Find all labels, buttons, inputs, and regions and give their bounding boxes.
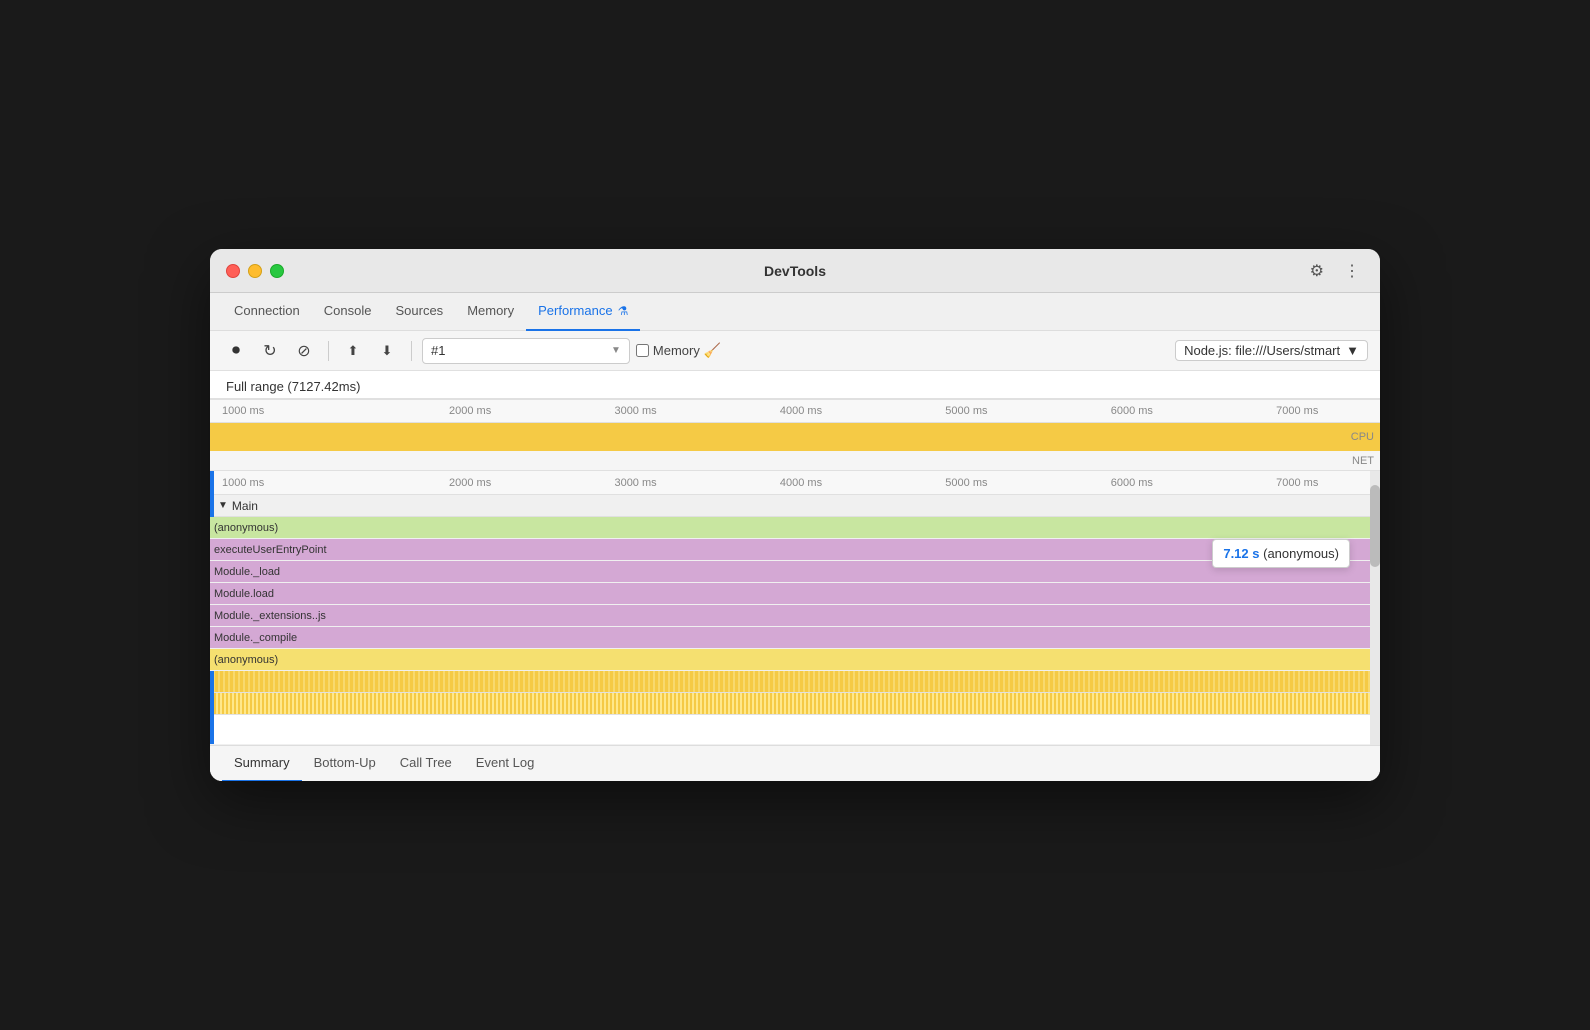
tooltip: 7.12 s (anonymous) [1212, 539, 1350, 568]
cpu-label: CPU [1351, 431, 1374, 443]
filter-input[interactable] [431, 343, 607, 358]
flame-row-5[interactable]: Module._compile [210, 627, 1380, 649]
flame-time-marks: 1000 ms 2000 ms 3000 ms 4000 ms 5000 ms … [218, 477, 1380, 489]
flame-bar-module-compile: Module._compile [210, 627, 1376, 648]
scrollbar-thumb[interactable] [1370, 485, 1380, 567]
scrollbar-track[interactable] [1370, 471, 1380, 745]
range-header: Full range (7127.42ms) [210, 371, 1380, 399]
flame-mark-7000: 7000 ms [1215, 477, 1380, 489]
tab-memory[interactable]: Memory [455, 293, 526, 331]
cpu-bar[interactable]: CPU [210, 423, 1380, 451]
tab-event-log[interactable]: Event Log [464, 746, 547, 782]
upload-icon: ⬆ [348, 343, 359, 359]
dense-yellow-1 [210, 671, 1380, 693]
nav-tabs: Connection Console Sources Memory Perfor… [210, 293, 1380, 331]
time-mark-3000: 3000 ms [553, 405, 718, 417]
net-label: NET [1352, 455, 1374, 467]
flame-mark-5000: 5000 ms [884, 477, 1049, 489]
divider-2 [411, 341, 412, 361]
more-button[interactable]: ⋮ [1340, 257, 1364, 285]
filter-input-wrap[interactable]: ▼ [422, 338, 630, 364]
section-header-main[interactable]: ▼ Main [210, 495, 1380, 517]
time-mark-2000: 2000 ms [387, 405, 552, 417]
download-button[interactable]: ⬇ [373, 337, 401, 365]
section-label: Main [232, 499, 258, 513]
bottom-tabs: Summary Bottom-Up Call Tree Event Log [210, 745, 1380, 781]
clear-icon: ⊘ [297, 341, 310, 361]
tab-bottom-up[interactable]: Bottom-Up [302, 746, 388, 782]
flame-row-6[interactable]: (anonymous) [210, 649, 1380, 671]
node-target-label: Node.js: file:///Users/stmart [1184, 343, 1340, 358]
settings-button[interactable]: ⚙ [1306, 257, 1328, 285]
time-marks-top: 1000 ms 2000 ms 3000 ms 4000 ms 5000 ms … [218, 405, 1380, 417]
reload-button[interactable]: ↻ [256, 337, 284, 365]
flame-bar-anonymous-1: (anonymous) [210, 517, 1376, 538]
tab-call-tree[interactable]: Call Tree [388, 746, 464, 782]
timeline-area: 1000 ms 2000 ms 3000 ms 4000 ms 5000 ms … [210, 399, 1380, 471]
memory-label: Memory [653, 343, 700, 358]
time-ruler-top: 1000 ms 2000 ms 3000 ms 4000 ms 5000 ms … [210, 399, 1380, 423]
flame-row-2[interactable]: Module._load [210, 561, 1380, 583]
flame-bar-module-load: Module._load [210, 561, 1376, 582]
flame-time-ruler: 1000 ms 2000 ms 3000 ms 4000 ms 5000 ms … [210, 471, 1380, 495]
tab-sources[interactable]: Sources [383, 293, 455, 331]
flame-bar-anon-yellow: (anonymous) [210, 649, 1376, 670]
flame-row-empty [210, 715, 1380, 745]
range-label: Full range (7127.42ms) [226, 379, 360, 394]
flame-mark-6000: 6000 ms [1049, 477, 1214, 489]
flame-mark-4000: 4000 ms [718, 477, 883, 489]
memory-check: Memory 🧹 [636, 342, 721, 359]
flame-bar-module-ext: Module._extensions..js [210, 605, 1376, 626]
devtools-window: DevTools ⚙ ⋮ Connection Console Sources … [210, 249, 1380, 781]
titlebar-actions: ⚙ ⋮ [1306, 257, 1364, 285]
clear-button[interactable]: ⊘ [290, 337, 318, 365]
main-content: Full range (7127.42ms) 1000 ms 2000 ms 3… [210, 371, 1380, 781]
dense-yellow-2 [210, 693, 1380, 715]
flame-row-4[interactable]: Module._extensions..js [210, 605, 1380, 627]
net-bar: NET [210, 451, 1380, 471]
flame-row-3[interactable]: Module.load [210, 583, 1380, 605]
time-mark-5000: 5000 ms [884, 405, 1049, 417]
record-button[interactable]: ⏺ [222, 337, 250, 365]
maximize-button[interactable] [270, 264, 284, 278]
minimize-button[interactable] [248, 264, 262, 278]
tab-connection[interactable]: Connection [222, 293, 312, 331]
flame-bar-module-load2: Module.load [210, 583, 1376, 604]
flame-mark-1000: 1000 ms [218, 477, 387, 489]
flame-row-1[interactable]: executeUserEntryPoint 7.12 s (anonymous) [210, 539, 1380, 561]
tab-summary[interactable]: Summary [222, 746, 302, 782]
download-icon: ⬇ [382, 343, 393, 359]
time-mark-4000: 4000 ms [718, 405, 883, 417]
section-toggle-icon[interactable]: ▼ [218, 500, 228, 511]
node-dropdown-arrow-icon: ▼ [1346, 343, 1359, 358]
record-icon: ⏺ [232, 342, 240, 360]
dropdown-arrow-icon: ▼ [611, 345, 621, 356]
upload-button[interactable]: ⬆ [339, 337, 367, 365]
time-mark-7000: 7000 ms [1215, 405, 1380, 417]
tooltip-function: (anonymous) [1263, 546, 1339, 561]
flame-row-0[interactable]: (anonymous) [210, 517, 1380, 539]
action-bar: ⏺ ↻ ⊘ ⬆ ⬇ ▼ Memory 🧹 Node.js: file:///Us… [210, 331, 1380, 371]
tab-console[interactable]: Console [312, 293, 384, 331]
time-mark-1000: 1000 ms [218, 405, 387, 417]
flame-mark-3000: 3000 ms [553, 477, 718, 489]
window-title: DevTools [764, 263, 826, 279]
flame-mark-2000: 2000 ms [387, 477, 552, 489]
close-button[interactable] [226, 264, 240, 278]
memory-checkbox[interactable] [636, 344, 649, 357]
titlebar: DevTools ⚙ ⋮ [210, 249, 1380, 293]
node-selector[interactable]: Node.js: file:///Users/stmart ▼ [1175, 340, 1368, 361]
tooltip-time: 7.12 s [1223, 546, 1259, 561]
flame-bar-execute: executeUserEntryPoint [210, 539, 1376, 560]
traffic-lights [226, 264, 284, 278]
flask-icon: ⚗ [618, 304, 629, 318]
flame-chart-wrapper: 1000 ms 2000 ms 3000 ms 4000 ms 5000 ms … [210, 471, 1380, 745]
divider-1 [328, 341, 329, 361]
broom-icon: 🧹 [704, 342, 721, 359]
tab-performance[interactable]: Performance ⚗ [526, 293, 640, 331]
flame-chart-area[interactable]: 1000 ms 2000 ms 3000 ms 4000 ms 5000 ms … [210, 471, 1380, 745]
time-mark-6000: 6000 ms [1049, 405, 1214, 417]
reload-icon: ↻ [263, 341, 276, 361]
